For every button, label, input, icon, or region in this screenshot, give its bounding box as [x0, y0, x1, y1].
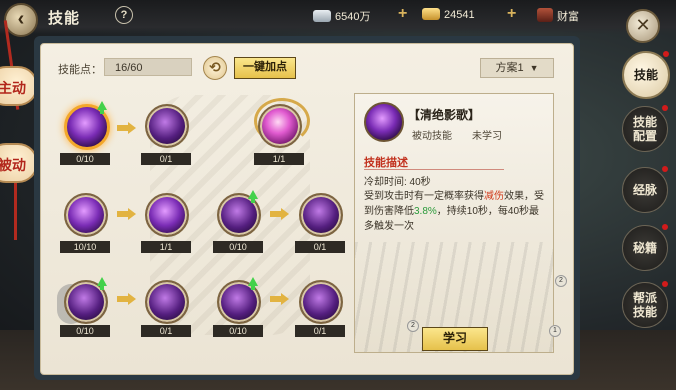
silver-amount: 6540万: [335, 11, 371, 23]
decor-rope: [14, 180, 17, 240]
skill-level: 0/10: [60, 153, 110, 165]
desc-highlight: 减伤: [484, 191, 504, 202]
chevron-down-icon: ▼: [529, 63, 539, 73]
upgrade-arrow-icon: [97, 277, 107, 290]
nav-label: 技能: [633, 68, 658, 82]
skill-description-heading: 技能描述: [364, 157, 408, 169]
add-silver-button[interactable]: +: [398, 5, 407, 23]
one-click-add-button[interactable]: 一键加点: [234, 57, 296, 79]
skill-level: 0/1: [295, 241, 345, 253]
skill-icon: [364, 102, 404, 142]
skill-node[interactable]: [299, 193, 343, 237]
nav-label: 秘籍: [632, 241, 657, 255]
add-gold-button[interactable]: +: [507, 5, 516, 23]
gold-ingot-icon: [422, 8, 440, 20]
notification-dot: [662, 105, 668, 111]
skill-node[interactable]: [145, 193, 189, 237]
nav-skill-config[interactable]: 技能 配置: [622, 105, 668, 152]
skill-level: 10/10: [60, 241, 110, 253]
upgrade-arrow-icon: [248, 190, 258, 203]
indicator-badge: 2: [555, 275, 567, 287]
silver-currency: 6540万: [313, 8, 370, 24]
notification-dot: [662, 166, 668, 172]
nav-meridian[interactable]: 经脉: [622, 166, 668, 213]
skill-node[interactable]: [145, 280, 189, 324]
wealth-button[interactable]: 财富: [537, 8, 579, 24]
notification-dot: [662, 281, 668, 287]
arrow-right-icon: [270, 208, 290, 220]
help-icon[interactable]: ?: [115, 6, 133, 24]
skill-level: 0/10: [213, 241, 263, 253]
skill-cooldown: 冷却时间: 40秒: [364, 177, 431, 188]
skill-node[interactable]: [299, 280, 343, 324]
skill-node[interactable]: [145, 104, 189, 148]
skill-status: 未学习: [472, 131, 502, 142]
skill-level: 0/10: [60, 325, 110, 337]
skill-node[interactable]: [64, 193, 108, 237]
skill-level: 1/1: [254, 153, 304, 165]
gold-amount: 24541: [444, 9, 475, 21]
nav-label: 帮派 技能: [632, 291, 657, 319]
nav-skill[interactable]: 技能: [622, 51, 670, 99]
arrow-right-icon: [117, 293, 137, 305]
skill-level: 0/1: [141, 153, 191, 165]
scheme-value: 方案1: [495, 62, 524, 74]
skill-type: 被动技能: [412, 131, 452, 142]
nav-manual[interactable]: 秘籍: [622, 224, 668, 271]
nav-label: 经脉: [632, 183, 657, 197]
divider: [364, 169, 504, 170]
skill-description: 受到攻击时有一定概率获得减伤效果，受到伤害降低3.8%，持续10秒，每40秒最多…: [364, 189, 546, 234]
skill-level: 1/1: [141, 241, 191, 253]
gold-currency: 24541: [422, 8, 475, 21]
upgrade-arrow-icon: [248, 277, 258, 290]
skill-name: 【清绝影歌】: [408, 108, 481, 122]
nav-guild-skill[interactable]: 帮派 技能: [622, 281, 668, 328]
scheme-select[interactable]: 方案1 ▼: [480, 58, 554, 78]
page-title: 技能: [48, 10, 81, 27]
indicator-badge: 2: [407, 320, 419, 332]
arrow-right-icon: [117, 122, 137, 134]
skill-node[interactable]: [258, 104, 302, 148]
indicator-badge: 1: [549, 325, 561, 337]
notification-dot: [662, 224, 668, 230]
close-icon[interactable]: ✕: [626, 9, 660, 43]
treasure-chest-icon: [537, 8, 553, 22]
wealth-label: 财富: [557, 11, 579, 23]
reset-icon[interactable]: ⟲: [203, 56, 227, 80]
learn-button[interactable]: 学习: [422, 327, 488, 351]
desc-text: 受到攻击时有一定概率获得: [364, 191, 484, 202]
notification-dot: [663, 51, 669, 57]
desc-highlight: 3.8%: [414, 206, 437, 217]
arrow-right-icon: [270, 293, 290, 305]
silver-ingot-icon: [313, 10, 331, 22]
nav-label: 技能 配置: [632, 115, 657, 143]
back-icon[interactable]: ‹: [4, 3, 38, 37]
skill-level: 0/1: [295, 325, 345, 337]
skill-points-label: 技能点：: [58, 64, 102, 76]
upgrade-arrow-icon: [97, 101, 107, 114]
skill-points-value: 16/60: [104, 58, 192, 76]
arrow-right-icon: [117, 208, 137, 220]
skill-level: 0/10: [213, 325, 263, 337]
skill-level: 0/1: [141, 325, 191, 337]
